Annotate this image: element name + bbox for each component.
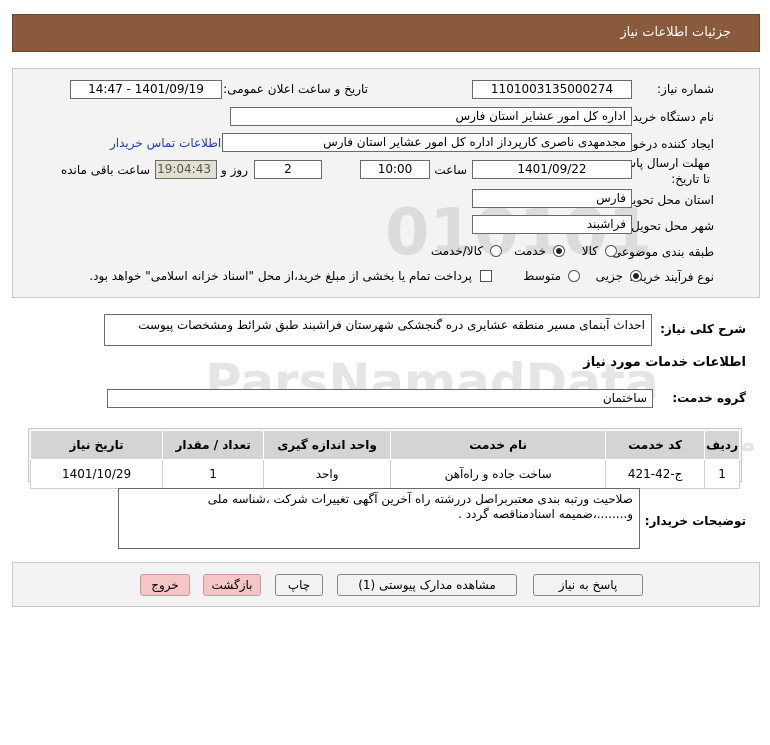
cell-qty: 1	[162, 459, 265, 489]
province-label: استان محل تحویل:	[619, 193, 714, 207]
buyer-notes-label: توضیحات خریدار:	[644, 514, 746, 528]
remaining-label: ساعت باقی مانده	[60, 163, 150, 177]
city-label: شهر محل تحویل:	[627, 219, 714, 233]
buyer-org-label: نام دستگاه خریدار:	[619, 110, 715, 124]
cell-unit: واحد	[263, 459, 392, 489]
attachments-button[interactable]: مشاهده مدارک پیوستی (1)	[337, 574, 517, 596]
services-table: ردیف کد خدمت نام خدمت واحد اندازه گیری ت…	[29, 430, 740, 489]
purchase-option-medium: متوسط	[523, 269, 561, 283]
col-code: کد خدمت	[605, 430, 706, 460]
service-group-label: گروه خدمت:	[672, 391, 746, 405]
need-number-label: شماره نیاز:	[657, 82, 714, 96]
table-row: 1 ج-42-421 ساخت جاده و راه‌آهن واحد 1 14…	[29, 459, 740, 489]
need-number-field: 1101003135000274	[472, 80, 632, 99]
buyer-notes-line2: و........،ضمیمه اسنادمناقصه گردد .	[458, 507, 633, 521]
page-header: جزئیات اطلاعات نیاز	[12, 14, 760, 52]
requester-field: مجدمهدی ناصری کارپرداز اداره کل امور عشا…	[222, 133, 632, 152]
col-qty: تعداد / مقدار	[162, 430, 265, 460]
back-button[interactable]: بازگشت	[203, 574, 261, 596]
col-date: تاریخ نیاز	[29, 430, 164, 460]
cell-name: ساخت جاده و راه‌آهن	[390, 459, 607, 489]
description-box: احداث آبنمای مسیر منطقه عشایری دره گنجشک…	[104, 314, 652, 346]
category-label: طبقه بندی موضوعی:	[607, 245, 714, 259]
city-field: فراشبند	[472, 215, 632, 234]
buyer-notes-line1: صلاحیت ورتبه بندی معتبربراصل دررشته راه …	[207, 492, 633, 506]
print-button[interactable]: چاپ	[275, 574, 323, 596]
treasury-note: پرداخت تمام یا بخشی از مبلغ خرید،از محل …	[89, 269, 472, 283]
province-field: فارس	[472, 189, 632, 208]
cell-date: 1401/10/29	[29, 459, 164, 489]
days-label: روز و	[221, 163, 248, 177]
buyer-org-field: اداره کل امور عشایر استان فارس	[230, 107, 632, 126]
description-text: احداث آبنمای مسیر منطقه عشایری دره گنجشک…	[138, 318, 645, 332]
col-unit: واحد اندازه گیری	[263, 430, 392, 460]
col-row: ردیف	[704, 430, 740, 460]
buyer-contact-link[interactable]: اطلاعات تماس خریدار	[110, 136, 221, 150]
category-radio-goods-service[interactable]	[490, 245, 502, 257]
services-table-wrap: ردیف کد خدمت نام خدمت واحد اندازه گیری ت…	[28, 428, 742, 489]
category-option-goods: کالا	[581, 244, 598, 258]
buyer-notes-box: صلاحیت ورتبه بندی معتبربراصل دررشته راه …	[118, 488, 640, 549]
deadline-time-field: 10:00	[360, 160, 430, 179]
category-option-service: خدمت	[514, 244, 546, 258]
cell-row: 1	[704, 459, 740, 489]
reply-button[interactable]: پاسخ به نیاز	[533, 574, 643, 596]
table-header-row: ردیف کد خدمت نام خدمت واحد اندازه گیری ت…	[29, 430, 740, 460]
announce-label: تاریخ و ساعت اعلان عمومی:	[223, 82, 368, 96]
description-label: شرح کلی نیاز:	[660, 322, 746, 336]
exit-button[interactable]: خروج	[140, 574, 190, 596]
deadline-date-field: 1401/09/22	[472, 160, 632, 179]
service-group-field: ساختمان	[107, 389, 653, 408]
purchase-radio-minor[interactable]	[630, 270, 642, 282]
purchase-option-minor: جزیی	[595, 269, 623, 283]
category-option-goods-service: کالا/خدمت	[430, 244, 483, 258]
col-name: نام خدمت	[390, 430, 607, 460]
category-radio-service[interactable]	[553, 245, 565, 257]
cell-code: ج-42-421	[605, 459, 706, 489]
remaining-time-field: 19:04:43	[155, 160, 217, 179]
page-title: جزئیات اطلاعات نیاز	[620, 25, 731, 40]
purchase-radio-medium[interactable]	[568, 270, 580, 282]
services-section-title: اطلاعات خدمات مورد نیاز	[583, 355, 746, 370]
announce-field: 1401/09/19 - 14:47	[70, 80, 222, 99]
days-field: 2	[254, 160, 322, 179]
category-radio-goods[interactable]	[605, 245, 617, 257]
treasury-checkbox[interactable]	[480, 270, 492, 282]
deadline-time-label: ساعت	[434, 163, 467, 177]
